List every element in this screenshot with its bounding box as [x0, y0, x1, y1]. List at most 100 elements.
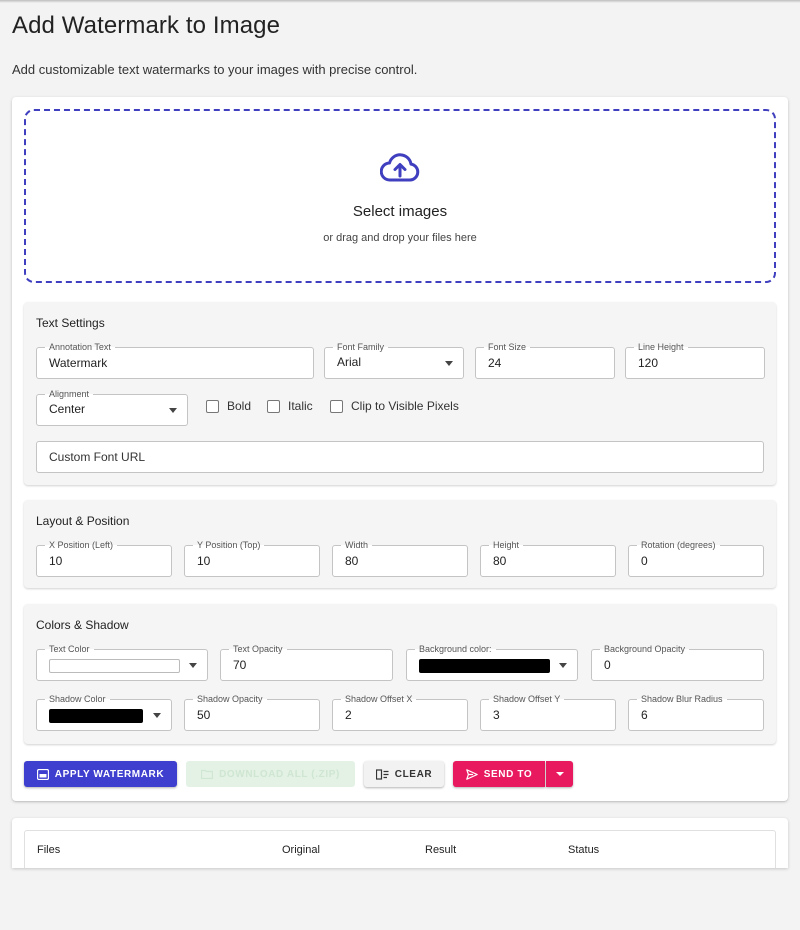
bold-checkbox[interactable]: Bold	[206, 399, 251, 413]
font-size-label: Font Size	[484, 342, 531, 352]
page-description: Add customizable text watermarks to your…	[12, 62, 418, 77]
shadow-offset-x-label: Shadow Offset X	[341, 694, 417, 704]
colors-shadow-title: Colors & Shadow	[36, 618, 129, 632]
shadow-offset-y-label: Shadow Offset Y	[489, 694, 565, 704]
text-opacity-value: 70	[233, 658, 247, 672]
background-color-label: Background color:	[415, 644, 496, 654]
custom-font-url-input[interactable]: Custom Font URL	[36, 441, 764, 473]
text-opacity-label: Text Opacity	[229, 644, 287, 654]
text-settings-section: Text Settings Annotation Text Watermark …	[24, 302, 776, 485]
rotation-value: 0	[641, 554, 648, 568]
window-top-edge	[0, 0, 800, 3]
dropzone-title: Select images	[352, 203, 448, 220]
x-position-input[interactable]: X Position (Left) 10	[36, 540, 172, 577]
italic-checkbox[interactable]: Italic	[267, 399, 313, 413]
clip-visible-pixels-checkbox[interactable]: Clip to Visible Pixels	[330, 399, 459, 413]
text-color-picker[interactable]: Text Color	[36, 644, 208, 681]
results-table: Files Original Result Status	[24, 830, 776, 868]
send-to-menu-button[interactable]	[546, 761, 573, 787]
page-title: Add Watermark to Image	[12, 12, 281, 39]
text-settings-title: Text Settings	[36, 316, 105, 330]
column-header-result: Result	[425, 844, 457, 856]
send-to-label: Send To	[483, 768, 533, 780]
clear-button[interactable]: Clear	[364, 761, 444, 787]
send-to-button[interactable]: Send To	[453, 761, 545, 787]
clip-visible-pixels-label: Clip to Visible Pixels	[351, 399, 459, 413]
x-position-label: X Position (Left)	[45, 540, 118, 550]
font-size-input[interactable]: Font Size 24	[475, 342, 615, 379]
background-opacity-value: 0	[604, 658, 611, 672]
shadow-opacity-label: Shadow Opacity	[193, 694, 267, 704]
alignment-select[interactable]: Alignment Center	[36, 389, 188, 426]
alignment-label: Alignment	[45, 389, 94, 399]
apply-watermark-label: Apply Watermark	[54, 768, 165, 780]
text-color-swatch	[49, 659, 180, 673]
apply-watermark-button[interactable]: Apply Watermark	[24, 761, 177, 787]
shadow-blur-input[interactable]: Shadow Blur Radius 6	[628, 694, 764, 731]
annotation-text-value: Watermark	[49, 356, 108, 370]
text-opacity-input[interactable]: Text Opacity 70	[220, 644, 393, 681]
shadow-color-picker[interactable]: Shadow Color	[36, 694, 172, 731]
width-value: 80	[345, 554, 359, 568]
shadow-blur-label: Shadow Blur Radius	[637, 694, 727, 704]
background-opacity-input[interactable]: Background Opacity 0	[591, 644, 764, 681]
shadow-color-swatch	[49, 709, 143, 723]
chevron-down-icon	[189, 663, 197, 668]
rotation-label: Rotation (degrees)	[637, 540, 720, 550]
annotation-text-input[interactable]: Annotation Text Watermark	[36, 342, 314, 379]
checkbox-icon	[267, 399, 280, 413]
download-all-zip-label: Download All (.zip)	[219, 768, 340, 780]
height-value: 80	[493, 554, 507, 568]
shadow-opacity-input[interactable]: Shadow Opacity 50	[184, 694, 320, 731]
column-header-status: Status	[568, 844, 600, 856]
width-label: Width	[341, 540, 373, 550]
checkbox-icon	[330, 399, 343, 413]
x-position-value: 10	[49, 554, 63, 568]
layout-position-section: Layout & Position X Position (Left) 10 Y…	[24, 500, 776, 588]
rotation-input[interactable]: Rotation (degrees) 0	[628, 540, 764, 577]
send-icon	[465, 768, 478, 780]
shadow-blur-value: 6	[641, 708, 648, 722]
background-color-swatch	[419, 659, 550, 673]
chevron-down-icon	[169, 408, 177, 413]
shadow-offset-y-input[interactable]: Shadow Offset Y 3	[480, 694, 616, 731]
italic-label: Italic	[288, 399, 313, 413]
font-family-value: Arial	[337, 355, 362, 369]
column-header-files: Files	[37, 844, 61, 856]
folder-icon	[201, 769, 214, 779]
font-size-value: 24	[488, 356, 502, 370]
cloud-upload-icon	[380, 153, 420, 182]
font-family-label: Font Family	[333, 342, 389, 352]
font-family-select[interactable]: Font Family Arial	[324, 342, 464, 379]
shadow-offset-x-input[interactable]: Shadow Offset X 2	[332, 694, 468, 731]
bold-label: Bold	[227, 399, 252, 413]
line-height-label: Line Height	[634, 342, 688, 352]
shadow-offset-y-value: 3	[493, 708, 500, 722]
watermark-tool-card: Select images or drag and drop your file…	[12, 97, 788, 801]
colors-shadow-section: Colors & Shadow Text Color Text Opacity …	[24, 604, 776, 744]
image-dropzone[interactable]: Select images or drag and drop your file…	[24, 109, 776, 283]
y-position-value: 10	[197, 554, 211, 568]
line-height-input[interactable]: Line Height 120	[625, 342, 765, 379]
text-color-label: Text Color	[45, 644, 94, 654]
background-color-picker[interactable]: Background color:	[406, 644, 578, 681]
chevron-down-icon	[153, 713, 161, 718]
y-position-input[interactable]: Y Position (Top) 10	[184, 540, 320, 577]
height-input[interactable]: Height 80	[480, 540, 616, 577]
shadow-offset-x-value: 2	[345, 708, 352, 722]
download-all-zip-button[interactable]: Download All (.zip)	[186, 761, 355, 787]
y-position-label: Y Position (Top)	[193, 540, 265, 550]
shadow-opacity-value: 50	[197, 708, 211, 722]
background-opacity-label: Background Opacity	[600, 644, 690, 654]
line-height-value: 120	[638, 356, 659, 370]
dropzone-subtitle: or drag and drop your files here	[323, 232, 477, 244]
shadow-color-label: Shadow Color	[45, 694, 110, 704]
chevron-down-icon	[555, 772, 564, 776]
image-icon	[36, 768, 49, 780]
height-label: Height	[489, 540, 524, 550]
column-header-original: Original	[282, 844, 320, 856]
clear-label: Clear	[394, 768, 433, 780]
clear-list-icon	[375, 768, 389, 780]
width-input[interactable]: Width 80	[332, 540, 468, 577]
layout-position-title: Layout & Position	[36, 514, 130, 528]
